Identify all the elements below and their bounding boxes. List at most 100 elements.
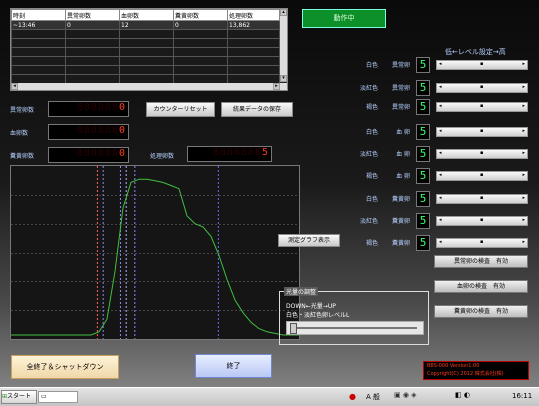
table-cell [119,65,174,75]
increase-arrow-icon[interactable]: ▸ [522,84,525,90]
save-stats-button[interactable]: 統果データの保存 [221,102,293,117]
level-slider[interactable]: ◂ ▪ ▸ [436,60,528,70]
slider-thumb[interactable]: ▪ [480,239,483,245]
table-cell [11,65,66,75]
light-adjust-title: 光量の調整 [284,287,319,296]
slider-thumb[interactable]: ▪ [480,172,483,178]
table-row[interactable] [11,56,280,66]
scroll-down-icon[interactable]: ▾ [280,75,287,82]
tray-icons[interactable]: ▣ ◉ ◈ [394,391,417,399]
level-value-display: 5 [416,146,430,162]
slider-thumb[interactable]: ▪ [480,195,483,201]
level-slider[interactable]: ◂ ▪ ▸ [436,102,528,112]
blood-count-label: 血卵数 [10,130,29,137]
scroll-right-icon[interactable]: ▸ [273,83,280,90]
level-type-label: 糞黄卵 [391,240,410,247]
table-cell: 0 [65,20,120,30]
table-cell: 0 [173,20,228,30]
tray-record-icon[interactable]: ● [349,391,363,403]
vertical-scrollbar[interactable]: ▴ ▾ [280,9,287,82]
detect-toggle-button[interactable]: 糞黄卵の検査 有効 [434,305,528,318]
table-cell [65,56,120,66]
scroll-up-icon[interactable]: ▴ [280,9,287,16]
decrease-arrow-icon[interactable]: ◂ [439,103,442,109]
column-header[interactable]: 時刻 [11,9,66,21]
increase-arrow-icon[interactable]: ▸ [522,195,525,201]
increase-arrow-icon[interactable]: ▸ [522,239,525,245]
table-row[interactable]: ~13:46 0 12 0 13,862 [11,20,280,30]
detect-toggle-button[interactable]: 血卵の検査 有効 [434,280,528,293]
level-slider[interactable]: ◂ ▪ ▸ [436,83,528,93]
column-header[interactable]: 糞黄卵数 [173,9,228,21]
table-cell: ~13:46 [11,20,66,30]
slider-thumb[interactable]: ▪ [480,150,483,156]
slider-thumb[interactable]: ▪ [480,217,483,223]
horizontal-scrollbar[interactable]: ◂ ▸ [11,83,287,90]
level-slider[interactable]: ◂ ▪ ▸ [436,216,528,226]
shutdown-button[interactable]: 全終了＆シャットダウン [11,355,119,379]
decrease-arrow-icon[interactable]: ◂ [439,128,442,134]
level-slider[interactable]: ◂ ▪ ▸ [436,171,528,181]
version-line1: BBS-000 Version1.00 [427,363,480,369]
taskbar-app-button[interactable]: ▭ [38,391,78,403]
increase-arrow-icon[interactable]: ▸ [522,61,525,67]
increase-arrow-icon[interactable]: ▸ [522,217,525,223]
level-slider[interactable]: ◂ ▪ ▸ [436,194,528,204]
decrease-arrow-icon[interactable]: ◂ [439,61,442,67]
level-slider[interactable]: ◂ ▪ ▸ [436,149,528,159]
slider-thumb[interactable]: ▪ [480,84,483,90]
table-cell [119,29,174,39]
level-color-label: 白色 [365,129,378,136]
slider-thumb[interactable]: ▪ [480,128,483,134]
increase-arrow-icon[interactable]: ▸ [522,172,525,178]
table-row[interactable] [11,29,280,39]
decrease-arrow-icon[interactable]: ◂ [439,84,442,90]
level-value-display: 5 [416,213,430,229]
level-type-label: 糞黄卵 [391,218,410,225]
decrease-arrow-icon[interactable]: ◂ [439,217,442,223]
table-row[interactable] [11,47,280,57]
level-value-display: 5 [416,235,430,251]
column-header[interactable]: 処理卵数 [227,9,280,21]
level-value-display: 5 [416,124,430,140]
exit-button[interactable]: 終了 [195,354,272,378]
light-slider-thumb[interactable] [290,323,297,334]
tray-extra-icons[interactable]: ◧ ◐ [455,391,470,399]
table-cell [173,29,228,39]
increase-arrow-icon[interactable]: ▸ [522,103,525,109]
decrease-arrow-icon[interactable]: ◂ [439,150,442,156]
table-cell [119,56,174,66]
decrease-arrow-icon[interactable]: ◂ [439,172,442,178]
detect-toggle-button[interactable]: 異常卵の検査 有効 [434,255,528,268]
slider-thumb[interactable]: ▪ [480,103,483,109]
table-header: 時刻 異常卵数 血卵数 糞黄卵数 処理卵数 [11,9,280,21]
level-setting-header: 低←レベル設定→高 [445,48,506,56]
level-slider[interactable]: ◂ ▪ ▸ [436,127,528,137]
graph-display-button[interactable]: 測定グラフ表示 [278,234,340,247]
table-row[interactable] [11,38,280,48]
ime-indicator[interactable]: A 般 [366,392,380,402]
table-cell: 13,862 [227,20,280,30]
slider-thumb[interactable]: ▪ [480,61,483,67]
increase-arrow-icon[interactable]: ▸ [522,150,525,156]
record-table: 時刻 異常卵数 血卵数 糞黄卵数 処理卵数 ~13:46 0 12 0 13,862 ▴ ▾ ◂… [10,8,288,91]
processed-count-display: 88888885 [187,146,272,162]
table-row[interactable] [11,65,280,75]
start-button[interactable]: ⊞スタート [1,390,37,404]
column-header[interactable]: 血卵数 [119,9,174,21]
detect-label: 異常卵の検査 [453,258,490,265]
light-slider[interactable] [286,321,424,335]
level-slider[interactable]: ◂ ▪ ▸ [436,238,528,248]
decrease-arrow-icon[interactable]: ◂ [439,239,442,245]
table-cell [227,47,280,57]
taskbar-clock: 16:11 [512,392,533,400]
graph-svg [11,166,299,339]
increase-arrow-icon[interactable]: ▸ [522,128,525,134]
scroll-left-icon[interactable]: ◂ [11,83,18,90]
counter-reset-button[interactable]: カウンターリセット [146,102,215,117]
column-header[interactable]: 異常卵数 [65,9,120,21]
detect-state: 有効 [496,258,509,265]
level-type-label: 血 卵 [396,129,410,136]
light-adjust-box: 光量の調整 DOWN←光量→UP 白色・淡紅色卵レベルL [279,287,429,345]
decrease-arrow-icon[interactable]: ◂ [439,195,442,201]
